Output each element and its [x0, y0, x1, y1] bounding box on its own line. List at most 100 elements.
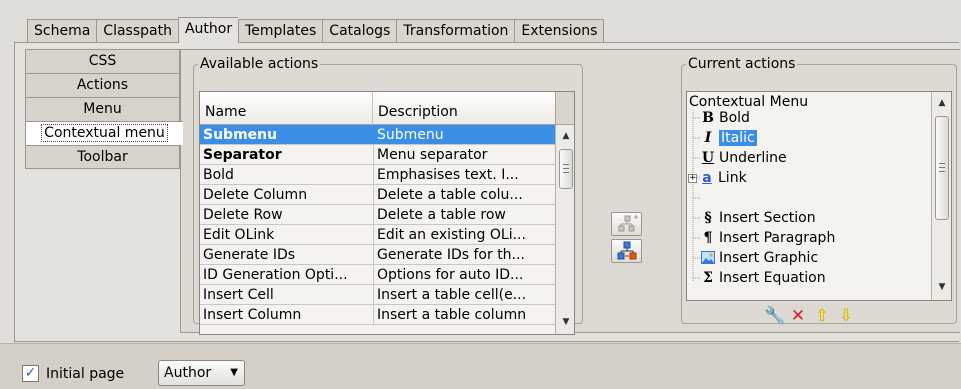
cell-name: Delete Row — [200, 205, 374, 224]
current-actions-tree: Contextual Menu B Bold I Italic U Underline… — [686, 91, 952, 301]
side-tab-label: CSS — [88, 53, 117, 69]
tree-item-link[interactable]: + a Link — [688, 168, 747, 188]
table-row[interactable]: Submenu Submenu — [200, 125, 555, 145]
tree-item-italic[interactable]: I Italic — [701, 128, 757, 148]
sigma-icon: Σ — [703, 270, 713, 286]
table-row[interactable]: Bold Emphasises text. I... — [200, 165, 555, 185]
cell-name: Generate IDs — [200, 245, 374, 264]
tab-catalogs[interactable]: Catalogs — [322, 19, 397, 43]
scroll-down-arrow-icon[interactable]: ▼ — [932, 278, 951, 296]
cell-name: Submenu — [200, 125, 374, 144]
side-tab-menu[interactable]: Menu — [25, 97, 180, 121]
scroll-up-arrow-icon[interactable]: ▲ — [556, 127, 574, 145]
initial-page-label: Initial page — [46, 366, 125, 382]
tree-item-label: Insert Section — [719, 210, 816, 226]
move-down-arrow-icon[interactable]: ⇩ — [836, 306, 856, 326]
table-corner — [555, 92, 574, 125]
add-action-button[interactable] — [611, 212, 642, 236]
table-row[interactable]: Insert Cell Insert a table cell(e... — [200, 285, 555, 305]
cell-description: Menu separator — [377, 147, 488, 163]
cell-description: Edit an existing OLi... — [377, 227, 526, 243]
tree-structure-icon — [617, 241, 637, 260]
table-row[interactable]: Delete Column Delete a table colu... — [200, 185, 555, 205]
scroll-down-arrow-icon[interactable]: ▼ — [556, 313, 574, 331]
scroll-up-arrow-icon[interactable]: ▲ — [932, 94, 951, 112]
wrench-icon[interactable]: 🔧 — [764, 306, 785, 326]
tree-item-underline[interactable]: U Underline — [701, 148, 787, 168]
move-up-arrow-icon[interactable]: ⇧ — [812, 306, 832, 326]
tree-item-insert-equation[interactable]: Σ Insert Equation — [701, 268, 826, 288]
paragraph-icon: ¶ — [703, 230, 713, 246]
bold-icon: B — [702, 110, 714, 126]
contextual-menu-content: Available actions Name Description Subme… — [180, 49, 960, 335]
cell-description: Emphasises text. I... — [377, 167, 519, 183]
add-to-tree-icon — [618, 215, 638, 232]
remove-action-button[interactable] — [611, 239, 642, 263]
current-actions-group: Current actions Contextual Menu B Bold II… — [681, 56, 957, 326]
tree-item-label: Insert Equation — [719, 270, 826, 286]
tab-extensions[interactable]: Extensions — [514, 19, 605, 43]
tree-item-label: Insert Graphic — [719, 250, 819, 266]
tab-classpath[interactable]: Classpath — [96, 19, 178, 43]
tree-item-label: Insert Paragraph — [719, 230, 836, 246]
column-header-description[interactable]: Description — [373, 92, 555, 125]
table-row[interactable]: Edit OLink Edit an existing OLi... — [200, 225, 555, 245]
cell-name: Edit OLink — [200, 225, 374, 244]
side-tab-label: Toolbar — [77, 149, 128, 165]
table-row[interactable]: Separator Menu separator — [200, 145, 555, 165]
side-tab-label: Contextual menu — [41, 124, 168, 142]
section-icon: § — [704, 210, 712, 226]
initial-page-selected-value: Author — [164, 365, 212, 381]
cell-name: Separator — [200, 145, 374, 164]
initial-page-checkbox[interactable]: ✓ — [22, 365, 39, 382]
tab-author[interactable]: Author — [177, 17, 239, 43]
current-actions-legend: Current actions — [688, 56, 796, 72]
italic-icon: I — [704, 130, 712, 146]
tree-item-insert-graphic[interactable]: Insert Graphic — [701, 248, 818, 268]
table-row[interactable]: ID Generation Opti... Options for auto ID… — [200, 265, 555, 285]
tree-item-insert-section[interactable]: § Insert Section — [701, 208, 816, 228]
cell-description: Submenu — [377, 127, 444, 143]
cell-description: Options for auto ID... — [377, 267, 524, 283]
side-tab-label: Actions — [76, 77, 129, 93]
expand-icon[interactable]: + — [688, 173, 697, 183]
delete-icon[interactable]: ✕ — [788, 306, 808, 326]
side-tab-contextual-menu[interactable]: Contextual menu — [25, 121, 183, 145]
scroll-thumb[interactable] — [559, 149, 573, 189]
table-rows: Submenu Submenu Separator Menu separator B… — [200, 125, 555, 325]
table-row[interactable]: Generate IDs Generate IDs for th... — [200, 245, 555, 265]
side-tab-actions[interactable]: Actions — [25, 73, 180, 97]
side-tab-css[interactable]: CSS — [25, 49, 180, 73]
tab-templates[interactable]: Templates — [238, 19, 323, 43]
initial-page-select[interactable]: Author ▼ — [158, 360, 245, 386]
side-tab-label: Menu — [83, 101, 122, 117]
table-vertical-scrollbar[interactable]: ▲ ▼ — [555, 125, 574, 334]
cell-name: Insert Column — [200, 305, 374, 324]
available-actions-legend: Available actions — [200, 56, 319, 72]
available-actions-table: Name Description Submenu Submenu Separato… — [199, 91, 575, 335]
table-row[interactable]: Insert Column Insert a table column — [200, 305, 555, 325]
tab-transformation[interactable]: Transformation — [396, 19, 515, 43]
top-tab-bar: Schema Classpath Author Templates Catalo… — [27, 17, 605, 43]
cell-name: Bold — [200, 165, 374, 184]
chevron-down-icon: ▼ — [230, 367, 238, 378]
scroll-thumb[interactable] — [935, 116, 949, 220]
cell-description: Generate IDs for th... — [377, 247, 525, 263]
underline-icon: U — [701, 150, 715, 166]
cell-name: Delete Column — [200, 185, 374, 204]
image-icon — [701, 251, 715, 264]
table-row[interactable]: Delete Row Delete a table row — [200, 205, 555, 225]
tree-vertical-scrollbar[interactable]: ▲ ▼ — [931, 92, 951, 300]
tab-schema[interactable]: Schema — [27, 19, 97, 43]
table-header: Name Description — [200, 92, 555, 125]
available-actions-group: Available actions Name Description Subme… — [193, 56, 583, 335]
bottom-bar: ✓ Initial page Author ▼ — [0, 343, 961, 389]
cell-description: Insert a table cell(e... — [377, 287, 527, 303]
tree-item-insert-paragraph[interactable]: ¶ Insert Paragraph — [701, 228, 836, 248]
tree-item-bold[interactable]: B Bold — [701, 108, 750, 128]
tree-item-label: Link — [718, 170, 747, 186]
preferences-panel: Schema Classpath Author Templates Catalo… — [0, 0, 961, 343]
side-tab-toolbar[interactable]: Toolbar — [25, 145, 180, 169]
tree-item-label: Italic — [719, 130, 757, 146]
column-header-name[interactable]: Name — [200, 92, 373, 125]
